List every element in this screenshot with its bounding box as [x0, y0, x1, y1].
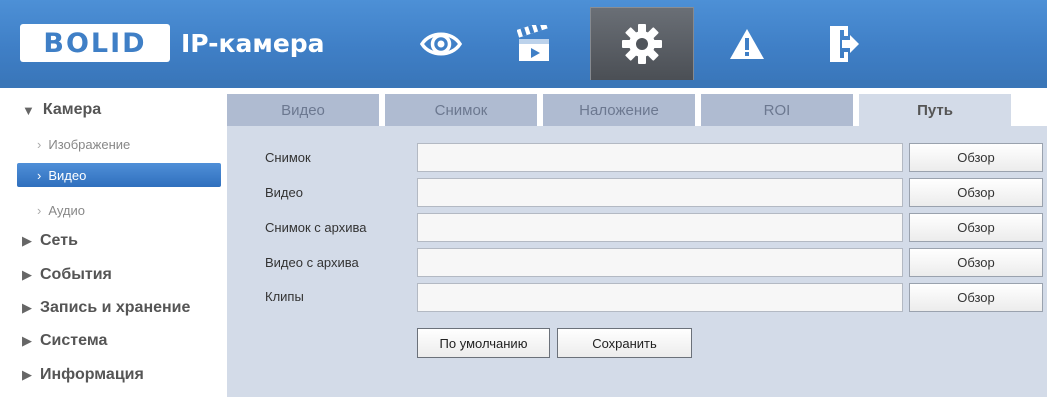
tab-snapshot[interactable]: Снимок: [385, 94, 537, 126]
sidebar-category-label: Камера: [42, 101, 102, 118]
sidebar-item-label: Видео: [48, 167, 87, 183]
sidebar-item-audio[interactable]: › Аудио: [17, 198, 221, 222]
tab-roi[interactable]: ROI: [701, 94, 853, 126]
collapsed-triangle-icon: ▶: [22, 233, 32, 248]
clips-browse-button[interactable]: Обзор: [909, 283, 1043, 312]
collapsed-triangle-icon: ▶: [22, 267, 32, 282]
chevron-right-icon: ›: [37, 167, 42, 183]
archive-video-browse-button[interactable]: Обзор: [909, 248, 1043, 277]
sidebar-category-information[interactable]: ▶ Информация: [22, 363, 144, 387]
sidebar: ▼ Камера › Изображение › Видео › Аудио ▶…: [0, 88, 227, 397]
default-button[interactable]: По умолчанию: [417, 328, 550, 358]
archive-snapshot-browse-button[interactable]: Обзор: [909, 213, 1043, 242]
sidebar-category-system[interactable]: ▶ Система: [22, 329, 107, 353]
header-divider: [0, 80, 1047, 88]
tab-path[interactable]: Путь: [859, 94, 1011, 126]
video-browse-button[interactable]: Обзор: [909, 178, 1043, 207]
nav-live-view-button[interactable]: [398, 7, 484, 80]
chevron-right-icon: ›: [37, 202, 42, 218]
video-path-label: Видео: [265, 184, 303, 200]
clips-path-label: Клипы: [265, 288, 304, 304]
nav-logout-button[interactable]: [800, 7, 886, 80]
sidebar-category-label: События: [40, 266, 112, 283]
clips-path-input[interactable]: [417, 283, 903, 312]
sidebar-category-label: Сеть: [40, 232, 78, 249]
clapperboard-icon: [517, 24, 549, 61]
sidebar-item-label: Аудио: [48, 202, 86, 218]
snapshot-path-input[interactable]: [417, 143, 903, 172]
snapshot-path-label: Снимок: [265, 149, 311, 165]
top-header: BOLID IP-камера: [0, 0, 1047, 80]
collapsed-triangle-icon: ▶: [22, 300, 32, 315]
archive-snapshot-path-label: Снимок с архива: [265, 219, 367, 235]
main-panel: Видео Снимок Наложение ROI Путь Снимок О…: [227, 88, 1047, 397]
logout-icon: [830, 25, 859, 62]
sidebar-category-label: Запись и хранение: [40, 299, 191, 316]
sidebar-category-label: Система: [40, 332, 108, 349]
sidebar-item-image[interactable]: › Изображение: [17, 132, 221, 156]
collapsed-triangle-icon: ▶: [22, 367, 32, 382]
app-title: IP-камера: [181, 29, 325, 58]
sidebar-category-network[interactable]: ▶ Сеть: [22, 229, 78, 253]
brand-logo: BOLID: [20, 24, 170, 62]
nav-playback-button[interactable]: [492, 7, 578, 80]
save-button[interactable]: Сохранить: [557, 328, 692, 358]
tab-bar: Видео Снимок Наложение ROI Путь: [227, 94, 1047, 126]
sidebar-item-label: Изображение: [48, 136, 131, 152]
sidebar-item-video[interactable]: › Видео: [17, 163, 221, 187]
sidebar-category-label: Информация: [40, 366, 144, 383]
tab-video[interactable]: Видео: [227, 94, 379, 126]
video-path-input[interactable]: [417, 178, 903, 207]
sidebar-category-storage[interactable]: ▶ Запись и хранение: [22, 296, 190, 320]
archive-video-path-input[interactable]: [417, 248, 903, 277]
brand-logo-text: BOLID: [43, 27, 147, 59]
collapsed-triangle-icon: ▶: [22, 333, 32, 348]
chevron-right-icon: ›: [37, 136, 42, 152]
warning-icon: [730, 28, 764, 59]
archive-video-path-label: Видео с архива: [265, 254, 359, 270]
nav-alarm-button[interactable]: [704, 7, 790, 80]
archive-snapshot-path-input[interactable]: [417, 213, 903, 242]
gear-icon: [622, 24, 662, 64]
nav-settings-button[interactable]: [590, 7, 694, 80]
sidebar-category-events[interactable]: ▶ События: [22, 263, 112, 287]
sidebar-category-camera[interactable]: ▼ Камера: [22, 98, 101, 122]
snapshot-browse-button[interactable]: Обзор: [909, 143, 1043, 172]
eye-icon: [420, 32, 462, 55]
tab-overlay[interactable]: Наложение: [543, 94, 695, 126]
expanded-triangle-icon: ▼: [22, 102, 35, 118]
